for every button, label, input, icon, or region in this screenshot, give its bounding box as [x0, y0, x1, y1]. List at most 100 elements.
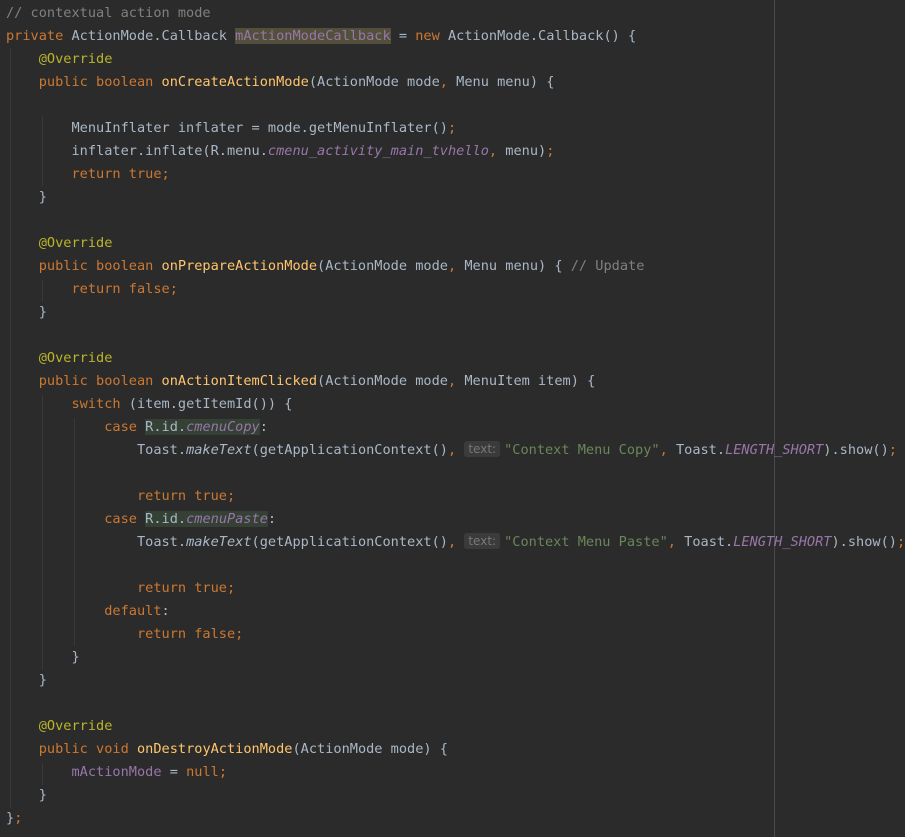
code-token: "Context Menu Paste" [504, 534, 668, 550]
code-token: , [439, 74, 448, 90]
code-token: cmenuPaste [186, 511, 268, 527]
code-token: onCreateActionMode [161, 74, 309, 90]
code-line[interactable] [6, 554, 905, 577]
code-line[interactable]: } [6, 186, 905, 209]
code-token: Menu menu) { [447, 74, 555, 90]
code-line[interactable]: return true; [6, 163, 905, 186]
code-token: , [447, 534, 457, 550]
code-token: , [447, 373, 457, 389]
code-token: new [415, 28, 440, 44]
code-token: = [161, 764, 187, 780]
code-token: mActionModeCallback [235, 28, 391, 44]
code-line[interactable]: }; [6, 807, 905, 830]
code-token: } [6, 672, 47, 688]
code-token: R.id. [145, 511, 187, 527]
code-token: onActionItemClicked [161, 373, 318, 389]
code-line[interactable]: } [6, 669, 905, 692]
code-token: mActionMode [71, 764, 162, 780]
code-token: LENGTH_SHORT [725, 442, 824, 458]
code-line[interactable]: return false; [6, 623, 905, 646]
code-token: null; [186, 764, 227, 780]
code-token: = [390, 28, 416, 44]
code-token: ActionMode.Callback [63, 28, 236, 44]
code-token: default [104, 603, 162, 619]
code-line[interactable]: mActionMode = null; [6, 761, 905, 784]
code-line[interactable]: } [6, 784, 905, 807]
code-token: public boolean [38, 74, 154, 90]
code-line[interactable]: @Override [6, 347, 905, 370]
code-line[interactable]: @Override [6, 232, 905, 255]
code-token: (getApplicationContext() [251, 534, 448, 550]
code-line[interactable]: switch (item.getItemId()) { [6, 393, 905, 416]
code-token: Toast. [675, 534, 734, 550]
code-token: cmenuCopy [186, 419, 260, 435]
parameter-hint: text: [464, 533, 501, 549]
code-token: } [6, 304, 47, 320]
code-token: public boolean [38, 258, 154, 274]
code-token: switch [71, 396, 121, 412]
code-line[interactable]: public boolean onActionItemClicked(Actio… [6, 370, 905, 393]
code-token: MenuItem item) { [456, 373, 596, 389]
code-line[interactable] [6, 209, 905, 232]
code-token: ; [888, 442, 897, 458]
code-line[interactable]: default: [6, 600, 905, 623]
code-line[interactable]: public boolean onCreateActionMode(Action… [6, 71, 905, 94]
code-line[interactable]: @Override [6, 48, 905, 71]
code-line[interactable]: @Override [6, 715, 905, 738]
code-token: @Override [38, 718, 113, 734]
code-token: case [104, 419, 137, 435]
code-token: MenuInflater inflater = mode.getMenuInfl… [6, 120, 448, 136]
code-token: (ActionMode mode [317, 373, 448, 389]
code-token: return true; [136, 488, 236, 504]
code-token: cmenu_activity_main_tvhello [267, 143, 489, 159]
code-token: return false; [136, 626, 244, 642]
code-line[interactable]: // contextual action mode [6, 2, 905, 25]
code-token: ; [447, 120, 457, 136]
code-line[interactable] [6, 692, 905, 715]
code-token: (ActionMode mode) { [292, 741, 448, 757]
code-line[interactable]: public void onDestroyActionMode(ActionMo… [6, 738, 905, 761]
code-line[interactable]: Toast.makeText(getApplicationContext(), … [6, 439, 905, 462]
code-editor[interactable]: // contextual action mode private ActionM… [0, 0, 905, 837]
code-token: // Update [570, 258, 645, 274]
code-line[interactable]: MenuInflater inflater = mode.getMenuInfl… [6, 117, 905, 140]
code-token: return true; [71, 166, 170, 182]
code-text[interactable]: // contextual action mode private ActionM… [6, 2, 905, 830]
code-line[interactable]: inflater.inflate(R.menu.cmenu_activity_m… [6, 140, 905, 163]
code-line[interactable]: return true; [6, 577, 905, 600]
code-line[interactable]: } [6, 646, 905, 669]
code-line[interactable]: case R.id.cmenuPaste: [6, 508, 905, 531]
code-token: public void [38, 741, 129, 757]
code-token: ActionMode.Callback() { [439, 28, 637, 44]
code-line[interactable] [6, 94, 905, 117]
code-token: : [259, 419, 268, 435]
code-line[interactable]: } [6, 301, 905, 324]
code-line[interactable]: return false; [6, 278, 905, 301]
code-token: } [6, 189, 47, 205]
code-line[interactable] [6, 324, 905, 347]
code-token: Toast. [6, 442, 187, 458]
code-line[interactable]: case R.id.cmenuCopy: [6, 416, 905, 439]
code-token: ).show() [823, 442, 889, 458]
code-token: , [447, 442, 457, 458]
code-line[interactable]: private ActionMode.Callback mActionModeC… [6, 25, 905, 48]
code-token: case [104, 511, 137, 527]
parameter-hint: text: [464, 441, 501, 457]
code-line[interactable]: Toast.makeText(getApplicationContext(), … [6, 531, 905, 554]
code-line[interactable]: return true; [6, 485, 905, 508]
code-token: Toast. [667, 442, 726, 458]
code-line[interactable]: public boolean onPrepareActionMode(Actio… [6, 255, 905, 278]
code-token: @Override [38, 235, 113, 251]
code-line[interactable] [6, 462, 905, 485]
